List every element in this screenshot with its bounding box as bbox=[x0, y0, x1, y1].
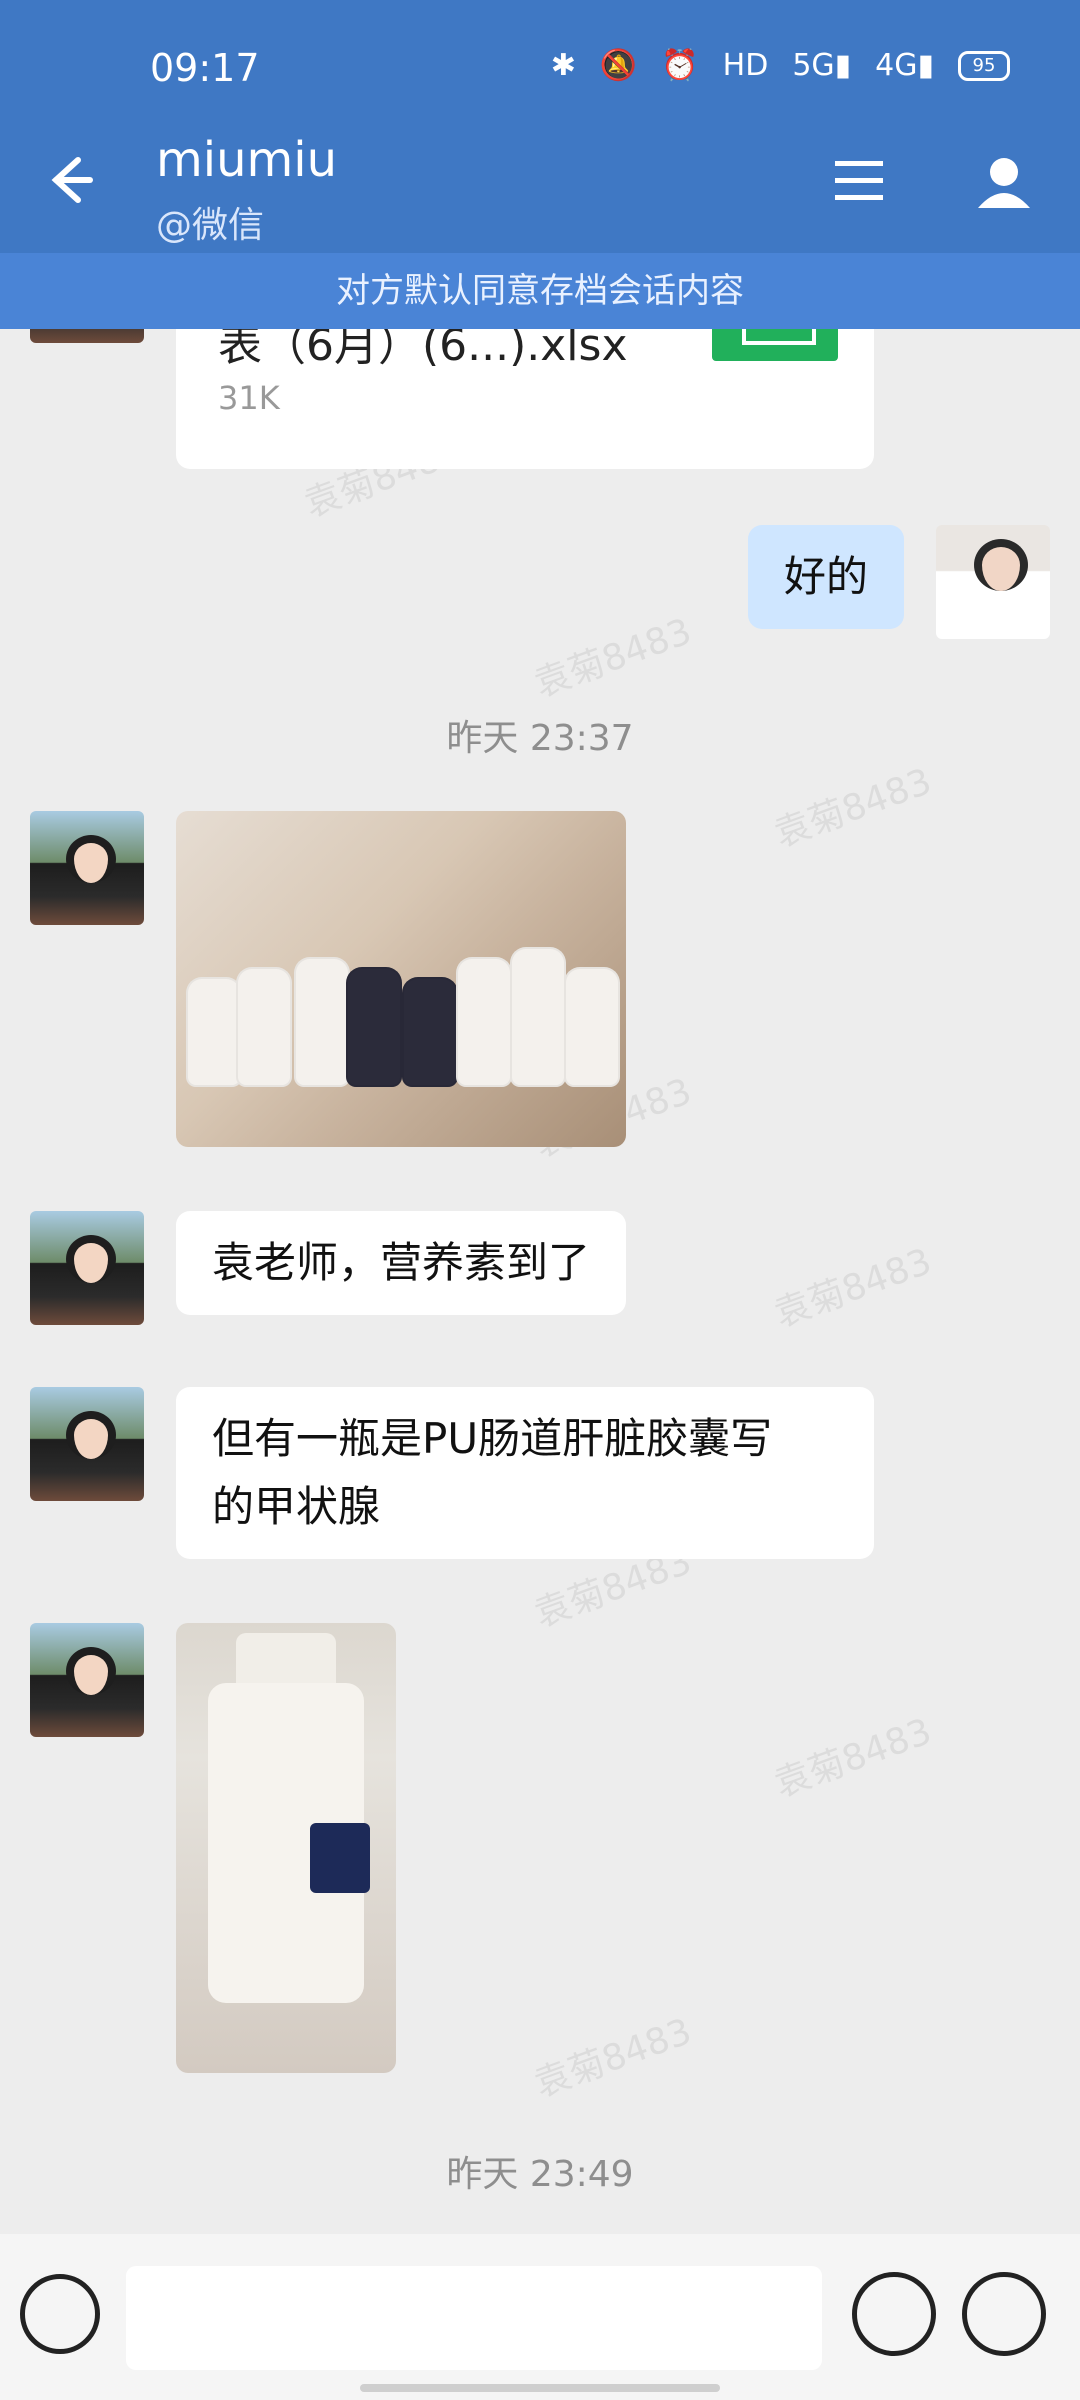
chat-title: miumiu bbox=[156, 132, 338, 188]
app-header: 09:17 ✱ 🔕 ⏰ HD 5G▮ 4G▮ 95 miumiu @微信 bbox=[0, 0, 1080, 253]
voice-input-icon[interactable] bbox=[20, 2274, 100, 2354]
message-input[interactable] bbox=[126, 2266, 822, 2370]
supplements-photo[interactable] bbox=[176, 811, 626, 1147]
contact-avatar[interactable] bbox=[30, 811, 144, 925]
bluetooth-icon: ✱ bbox=[550, 48, 576, 83]
contact-avatar[interactable] bbox=[30, 1623, 144, 1737]
message-line: 的甲状腺 bbox=[212, 1482, 381, 1531]
watermark: 袁菊8483 bbox=[769, 761, 937, 856]
my-avatar[interactable] bbox=[936, 525, 1050, 639]
hd-icon: HD bbox=[722, 48, 769, 83]
status-bar: 09:17 ✱ 🔕 ⏰ HD 5G▮ 4G▮ 95 bbox=[0, 0, 1080, 140]
menu-icon[interactable] bbox=[832, 154, 886, 208]
timestamp: 昨天 23:49 bbox=[446, 2154, 634, 2195]
excel-icon bbox=[712, 329, 838, 361]
watermark: 袁菊8483 bbox=[769, 1711, 937, 1806]
mute-icon: 🔕 bbox=[599, 48, 638, 83]
5g-signal-icon: 5G▮ bbox=[792, 48, 852, 83]
battery-indicator: 95 bbox=[958, 50, 1010, 81]
contact-avatar[interactable] bbox=[30, 1387, 144, 1501]
file-message[interactable]: 表（6月）(6...).xlsx 31K bbox=[176, 329, 874, 469]
4g-signal-icon: 4G▮ bbox=[875, 48, 934, 83]
contact-avatar[interactable] bbox=[30, 329, 144, 343]
contact-avatar[interactable] bbox=[30, 1211, 144, 1325]
status-time: 09:17 bbox=[150, 46, 260, 90]
add-icon[interactable] bbox=[962, 2272, 1046, 2356]
back-arrow-icon[interactable] bbox=[38, 150, 98, 210]
chat-list[interactable]: 袁菊8483 袁菊8483 袁菊8483 袁菊8483 袁菊8483 袁菊848… bbox=[0, 329, 1080, 2234]
watermark: 袁菊8483 bbox=[529, 2011, 697, 2106]
status-icons: ✱ 🔕 ⏰ HD 5G▮ 4G▮ 95 bbox=[551, 48, 1010, 83]
archive-notice: 对方默认同意存档会话内容 bbox=[0, 253, 1080, 329]
message-line: 但有一瓶是PU肠道肝脏胶囊写 bbox=[212, 1414, 773, 1463]
timestamp: 昨天 23:37 bbox=[446, 718, 634, 759]
my-message-bubble[interactable]: 好的 bbox=[747, 525, 904, 629]
alarm-icon: ⏰ bbox=[661, 48, 699, 83]
emoji-icon[interactable] bbox=[852, 2272, 936, 2356]
file-name: 表（6月）(6...).xlsx bbox=[218, 329, 628, 371]
home-indicator[interactable] bbox=[360, 2384, 720, 2392]
input-bar bbox=[0, 2234, 1080, 2400]
contact-message-bubble[interactable]: 但有一瓶是PU肠道肝脏胶囊写 的甲状腺 bbox=[176, 1387, 874, 1559]
bottle-photo[interactable] bbox=[176, 1623, 396, 2073]
file-size: 31K bbox=[218, 379, 280, 417]
watermark: 袁菊8483 bbox=[769, 1241, 937, 1336]
chat-subtitle: @微信 bbox=[156, 205, 265, 246]
profile-icon[interactable] bbox=[972, 150, 1036, 214]
watermark: 袁菊8483 bbox=[529, 611, 697, 706]
contact-message-bubble[interactable]: 袁老师，营养素到了 bbox=[176, 1211, 627, 1315]
